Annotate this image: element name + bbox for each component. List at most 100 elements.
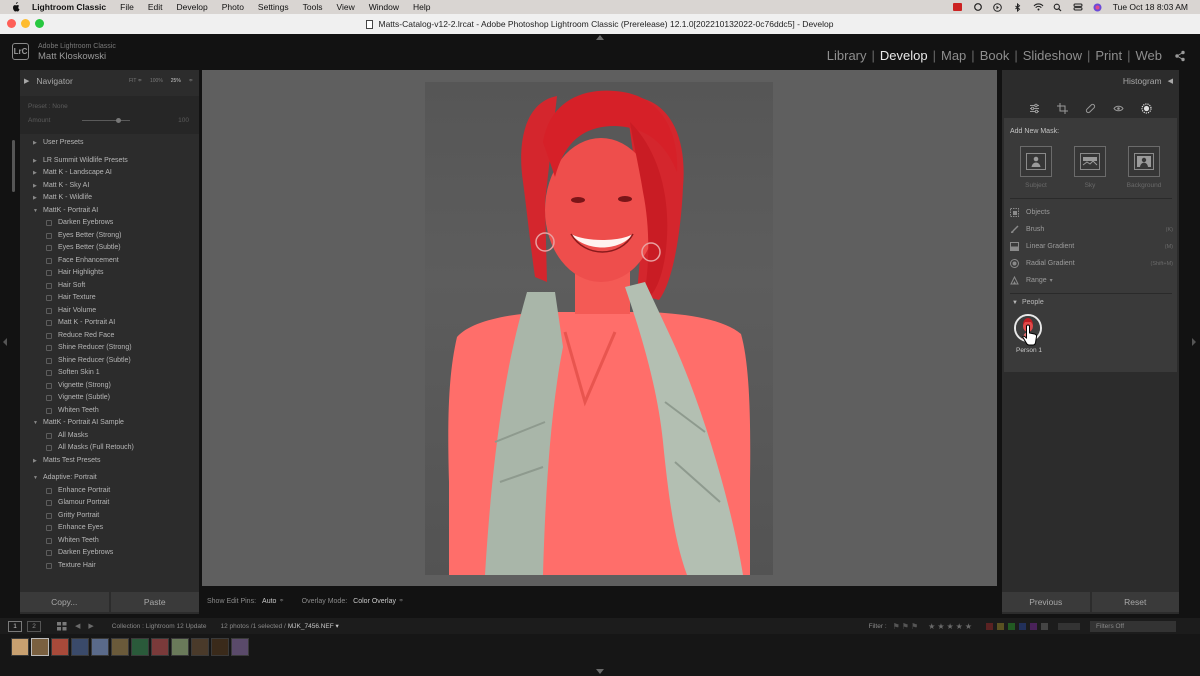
filmstrip-thumbnail[interactable]	[11, 638, 29, 656]
top-panel-toggle-icon[interactable]	[596, 35, 604, 40]
radial-gradient-tool[interactable]: Radial Gradient (Shift+M)	[1010, 255, 1173, 272]
expand-triangle-icon[interactable]: ▼	[33, 472, 43, 485]
expand-triangle-icon[interactable]: ▼	[1012, 300, 1018, 306]
zoom-more[interactable]: ≑	[189, 78, 193, 84]
chevron-updown-icon[interactable]: ≑	[279, 598, 283, 604]
preset-item[interactable]: Enhance Portrait	[20, 485, 199, 498]
menu-window[interactable]: Window	[369, 2, 399, 12]
histogram-header[interactable]: Histogram ◀	[1002, 70, 1179, 92]
preset-item[interactable]: Face Enhancement	[20, 255, 199, 268]
preset-item[interactable]: Whiten Teeth	[20, 535, 199, 548]
preset-item[interactable]: Whiten Teeth	[20, 405, 199, 418]
back-arrow-icon[interactable]: ◀	[75, 622, 80, 630]
preset-item[interactable]: Reduce Red Face	[20, 330, 199, 343]
menu-help[interactable]: Help	[413, 2, 430, 12]
left-panel-toggle-icon[interactable]	[3, 338, 7, 346]
sky-mask-button[interactable]	[1074, 146, 1106, 177]
overlay-mode-dropdown[interactable]: Color Overlay	[353, 598, 396, 605]
filmstrip-thumbnail[interactable]	[71, 638, 89, 656]
green-label-filter[interactable]	[1008, 622, 1015, 630]
siri-icon[interactable]	[1093, 3, 1102, 12]
grid-icon[interactable]	[57, 621, 67, 631]
preset-item[interactable]: All Masks (Full Retouch)	[20, 442, 199, 455]
collapse-triangle-icon[interactable]: ▶	[33, 180, 43, 193]
amount-slider[interactable]	[82, 118, 131, 123]
filmstrip-thumbnail[interactable]	[91, 638, 109, 656]
expand-triangle-icon[interactable]: ▼	[33, 417, 43, 430]
preset-folder[interactable]: ▶ Matt K - Landscape AI	[20, 167, 199, 180]
brush-tool[interactable]: Brush (K)	[1010, 221, 1173, 238]
preset-item[interactable]: Hair Highlights	[20, 267, 199, 280]
chevron-updown-icon[interactable]: ≑	[399, 598, 403, 604]
module-library[interactable]: Library	[827, 48, 867, 63]
module-print[interactable]: Print	[1095, 48, 1122, 63]
bluetooth-icon[interactable]	[1013, 2, 1022, 13]
yellow-label-filter[interactable]	[997, 622, 1004, 630]
preset-folder[interactable]: ▶ User Presets	[20, 137, 199, 150]
preset-item[interactable]: Hair Soft	[20, 280, 199, 293]
preset-item[interactable]: Gritty Portrait	[20, 510, 199, 523]
subject-mask-button[interactable]	[1020, 146, 1052, 177]
selected-filename[interactable]: MJK_7456.NEF ▾	[288, 622, 339, 630]
zoom-25[interactable]: 25%	[171, 78, 181, 84]
module-develop[interactable]: Develop	[880, 48, 928, 63]
preset-item[interactable]: Hair Volume	[20, 305, 199, 318]
module-book[interactable]: Book	[980, 48, 1010, 63]
edit-pins-dropdown[interactable]: Auto	[262, 598, 276, 605]
zoom-window-button[interactable]	[35, 19, 44, 28]
copy-button[interactable]: Copy...	[20, 592, 109, 612]
control-center-icon[interactable]	[1073, 3, 1083, 11]
preset-item[interactable]: Shine Reducer (Subtle)	[20, 355, 199, 368]
preset-item[interactable]: Eyes Better (Strong)	[20, 230, 199, 243]
preset-item[interactable]: Glamour Portrait	[20, 497, 199, 510]
preset-folder[interactable]: ▶ Matts Test Presets	[20, 455, 199, 468]
filmstrip-thumbnail[interactable]	[191, 638, 209, 656]
menu-tools[interactable]: Tools	[303, 2, 323, 12]
filmstrip-thumbnail[interactable]	[231, 638, 249, 656]
collapse-triangle-icon[interactable]: ▶	[33, 167, 43, 180]
red-eye-icon[interactable]	[1113, 103, 1124, 114]
linear-gradient-tool[interactable]: Linear Gradient (M)	[1010, 238, 1173, 255]
preset-item[interactable]: All Masks	[20, 430, 199, 443]
zoom-fit[interactable]: FIT ≑	[129, 78, 142, 84]
preset-item[interactable]: Texture Hair	[20, 560, 199, 573]
menu-develop[interactable]: Develop	[177, 2, 208, 12]
preset-item[interactable]: Soften Skin 1	[20, 367, 199, 380]
filmstrip-thumbnail[interactable]	[31, 638, 49, 656]
module-map[interactable]: Map	[941, 48, 966, 63]
menu-settings[interactable]: Settings	[258, 2, 289, 12]
right-panel-toggle-icon[interactable]	[1192, 338, 1196, 346]
preset-item[interactable]: Darken Eyebrows	[20, 547, 199, 560]
collection-source[interactable]: Collection : Lightroom 12 Update	[112, 623, 207, 630]
range-chevron-icon[interactable]: ▾	[1050, 277, 1053, 284]
wifi-icon[interactable]	[1033, 3, 1044, 11]
filmstrip-thumbnail[interactable]	[51, 638, 69, 656]
collapse-triangle-icon[interactable]: ▶	[33, 192, 43, 205]
image-canvas[interactable]	[202, 70, 997, 586]
preset-folder[interactable]: ▶ LR Summit Wildlife Presets	[20, 155, 199, 168]
filmstrip-thumbnail[interactable]	[171, 638, 189, 656]
menu-photo[interactable]: Photo	[222, 2, 244, 12]
star-rating-filter[interactable]: ★★★★★	[928, 622, 974, 631]
paste-button[interactable]: Paste	[110, 592, 199, 612]
preset-folder[interactable]: ▼ MattK - Portrait AI Sample	[20, 417, 199, 430]
preset-item[interactable]: Matt K - Portrait AI	[20, 317, 199, 330]
preset-item[interactable]: Eyes Better (Subtle)	[20, 242, 199, 255]
bottom-panel-toggle-icon[interactable]	[596, 669, 604, 674]
crop-icon[interactable]	[1057, 102, 1068, 114]
previous-button[interactable]: Previous	[1002, 592, 1090, 612]
forward-arrow-icon[interactable]: ▶	[88, 622, 93, 630]
photo[interactable]	[425, 82, 773, 575]
filmstrip-thumbnail[interactable]	[131, 638, 149, 656]
share-icon[interactable]	[1174, 50, 1186, 62]
preset-item[interactable]: Hair Texture	[20, 292, 199, 305]
preset-folder[interactable]: ▶ Matt K - Sky AI	[20, 180, 199, 193]
menu-view[interactable]: View	[336, 2, 354, 12]
search-icon[interactable]	[1053, 3, 1062, 12]
apple-icon[interactable]	[10, 2, 20, 12]
edit-sliders-icon[interactable]	[1029, 103, 1040, 114]
collapse-triangle-icon[interactable]: ▶	[24, 77, 29, 85]
zoom-100[interactable]: 100%	[150, 78, 163, 84]
left-panel-scrollbar[interactable]	[12, 140, 15, 192]
collapse-triangle-icon[interactable]: ▶	[33, 155, 43, 168]
